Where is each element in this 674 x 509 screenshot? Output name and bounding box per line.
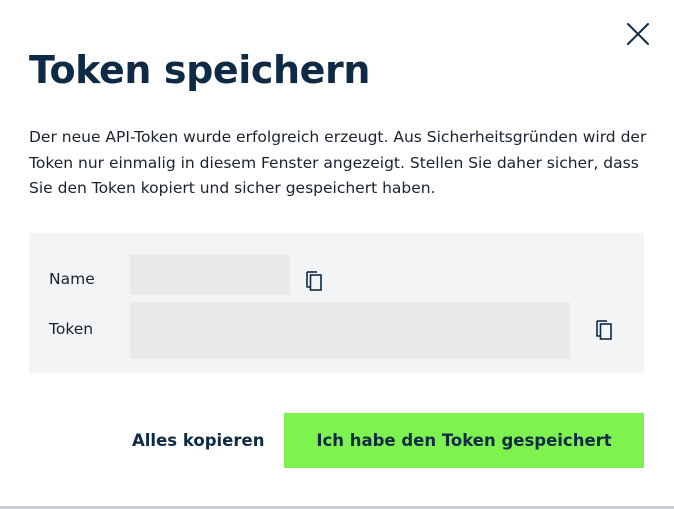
name-field[interactable] (130, 255, 290, 295)
copy-token-button[interactable] (593, 316, 615, 342)
token-saved-button[interactable]: Ich habe den Token gespeichert (284, 413, 644, 468)
close-button[interactable] (624, 20, 652, 48)
dialog-description: Der neue API-Token wurde erfolgreich erz… (29, 128, 647, 197)
copy-icon (306, 271, 322, 291)
name-label: Name (49, 270, 95, 288)
copy-name-button[interactable] (303, 267, 325, 293)
token-label: Token (49, 320, 94, 338)
close-icon (627, 23, 649, 45)
copy-icon (596, 320, 612, 340)
dialog-title: Token speichern (29, 48, 371, 92)
token-details-panel: Name Token (29, 233, 644, 373)
copy-all-button[interactable]: Alles kopieren (124, 421, 272, 461)
save-token-dialog: Token speichern Der neue API-Token wurde… (0, 0, 674, 506)
token-field[interactable] (130, 302, 570, 359)
